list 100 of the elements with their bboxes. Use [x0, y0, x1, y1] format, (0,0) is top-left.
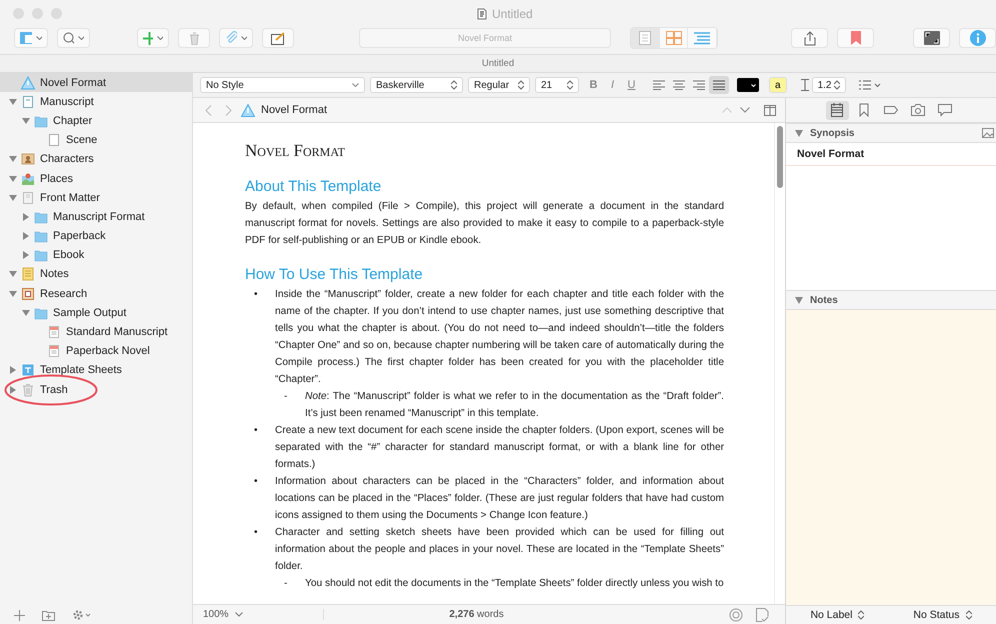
disclosure-triangle-icon[interactable] [9, 155, 17, 164]
synopsis-title[interactable]: Novel Format [786, 143, 996, 166]
word-count: 2,276 words [448, 609, 505, 620]
trash-icon [21, 382, 35, 397]
style-dropdown[interactable]: No Style [200, 77, 365, 93]
add-icon[interactable] [14, 610, 25, 620]
disclosure-triangle-icon[interactable] [795, 130, 803, 136]
info-button[interactable] [959, 28, 996, 48]
binder-item[interactable]: Manuscript Format [0, 207, 192, 226]
bookmark-button[interactable] [837, 28, 874, 48]
disclosure-triangle-icon[interactable] [22, 251, 30, 260]
chevron-down-icon[interactable] [740, 107, 750, 113]
font-size-field[interactable]: 21 [535, 77, 579, 93]
folder-icon [34, 114, 48, 128]
disclosure-triangle-icon[interactable] [22, 212, 30, 221]
window-title: Untitled [492, 7, 533, 21]
binder-item[interactable]: Front Matter [0, 188, 192, 208]
notecard-tab[interactable] [826, 100, 848, 120]
highlight-button[interactable]: a [769, 77, 787, 93]
align-justify-button[interactable] [709, 76, 729, 94]
bullet-marker: • [253, 526, 259, 540]
stepper-icon [518, 80, 524, 90]
scrollbar-thumb[interactable] [777, 126, 783, 188]
zoom-dropdown[interactable]: 100% [203, 609, 324, 620]
binder-item[interactable]: Novel Format [0, 73, 192, 92]
disclosure-triangle-icon[interactable] [9, 194, 17, 202]
list-item-text: Create a new text document for each scene inside the chapter folders. (Upon export, scenes will be separated with the “#” character for standard manuscript format, or with a blank line for other formats.) [275, 424, 724, 472]
share-button[interactable] [791, 28, 828, 48]
font-weight-dropdown[interactable]: Regular [468, 77, 530, 93]
grid-icon [666, 31, 682, 45]
binder-item[interactable]: Trash [0, 380, 192, 400]
disclosure-triangle-icon[interactable] [9, 386, 17, 394]
edit-note-button[interactable] [262, 28, 294, 48]
disclosure-triangle-icon[interactable] [9, 366, 17, 374]
new-folder-icon[interactable] [42, 610, 55, 620]
list-icon [694, 32, 710, 44]
disclosure-triangle-icon[interactable] [22, 116, 30, 125]
disclosure-triangle-icon[interactable] [22, 232, 30, 240]
binder-item[interactable]: Paperback Novel [0, 342, 192, 361]
binder-item[interactable]: Sample Output [0, 303, 192, 322]
bookmark-icon [857, 103, 871, 117]
label-dropdown[interactable]: No Label [810, 609, 864, 621]
warning-icon [21, 76, 35, 90]
stepper-icon [834, 80, 840, 90]
composition-mode-button[interactable] [913, 28, 950, 48]
text-color-button[interactable] [737, 78, 759, 92]
view-mode-control[interactable] [630, 27, 718, 49]
status-dropdown[interactable]: No Status [913, 609, 972, 621]
disclosure-triangle-icon[interactable] [795, 296, 803, 304]
page-icon [47, 133, 61, 148]
search-button[interactable] [56, 28, 90, 48]
font-family-dropdown[interactable]: Baskerville [370, 77, 463, 93]
binder-item[interactable]: Characters [0, 150, 192, 169]
stepper-icon [451, 80, 457, 90]
binder-item[interactable]: Research [0, 284, 192, 304]
document-view-button[interactable] [631, 28, 660, 48]
characters-icon [21, 152, 35, 166]
binder-item[interactable]: Standard Manuscript [0, 322, 192, 342]
places-icon [21, 172, 35, 186]
pencil-note-icon [270, 32, 286, 44]
trash-icon [188, 32, 200, 44]
attachment-button[interactable] [219, 28, 254, 48]
target-icon[interactable] [729, 608, 743, 622]
disclosure-triangle-icon[interactable] [9, 174, 17, 183]
binder-item[interactable]: Places [0, 168, 192, 188]
page-icon [638, 31, 651, 45]
alignment-icon [693, 80, 705, 90]
outliner-view-button[interactable] [688, 28, 717, 48]
tag-icon [884, 103, 898, 117]
alignment-icon [653, 80, 665, 90]
add-button[interactable] [136, 28, 170, 48]
binder-item[interactable]: Notes [0, 264, 192, 284]
image-icon[interactable] [982, 128, 994, 138]
document-check-icon[interactable] [755, 608, 769, 622]
document-tab[interactable]: Untitled [482, 58, 514, 69]
caret-icon [241, 36, 248, 40]
caret-icon [751, 84, 756, 86]
share-icon [804, 30, 816, 46]
binder-item[interactable]: Chapter [0, 111, 192, 131]
binder-item[interactable]: Scene [0, 130, 192, 150]
disclosure-triangle-icon[interactable] [9, 270, 17, 278]
disclosure-triangle-icon[interactable] [22, 308, 30, 317]
corkboard-view-button[interactable] [660, 28, 688, 48]
folder-icon [34, 210, 48, 224]
binder-item[interactable]: Paperback [0, 226, 192, 246]
binder-item[interactable]: Ebook [0, 246, 192, 265]
list-item-text: You should not edit the documents in the “Template Sheets” folder directly unless you wish to [305, 577, 724, 591]
line-spacing-field[interactable]: 1.2 [812, 77, 846, 93]
split-view-icon[interactable] [764, 104, 776, 116]
trash-button[interactable] [178, 28, 210, 48]
disclosure-triangle-icon[interactable] [9, 290, 17, 298]
binder-item[interactable]: Template Sheets [0, 360, 192, 380]
settings-icon[interactable] [72, 609, 92, 621]
binder-toggle-button[interactable] [14, 28, 48, 48]
list-style-icon[interactable] [858, 80, 881, 90]
info-icon [970, 30, 986, 46]
disclosure-triangle-icon[interactable] [9, 98, 17, 106]
binder-item[interactable]: Manuscript [0, 92, 192, 112]
draft-icon [21, 94, 35, 109]
folder-icon [34, 306, 48, 320]
